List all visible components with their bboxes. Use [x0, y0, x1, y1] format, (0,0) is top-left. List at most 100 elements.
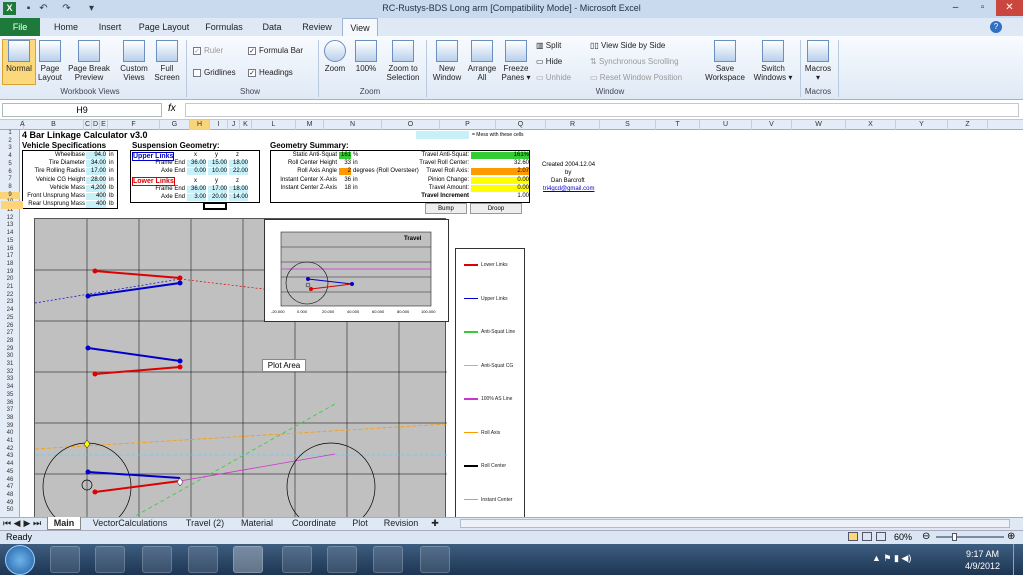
headings-checkbox[interactable]: ✓ Headings — [248, 68, 293, 77]
suspension-z-value[interactable]: 14.00 — [229, 194, 248, 201]
show-desktop-button[interactable] — [1013, 544, 1023, 575]
row-header[interactable]: 4 — [0, 153, 20, 161]
vehicle-spec-value[interactable]: 4,200 — [86, 184, 106, 192]
row-header[interactable]: 27 — [0, 330, 20, 338]
row-header[interactable]: 46 — [0, 477, 20, 485]
sheet-nav-prev-icon[interactable]: ◀ — [13, 517, 21, 530]
row-header[interactable]: 25 — [0, 315, 20, 323]
taskbar-chrome-icon[interactable] — [282, 546, 312, 573]
tab-view[interactable]: View — [342, 18, 378, 36]
reset-window-position-button[interactable]: ▭ Reset Window Position — [590, 73, 682, 82]
column-header[interactable]: L — [252, 120, 296, 130]
sheet-tab-travel-2[interactable]: Travel (2) — [180, 517, 230, 530]
sheet-tab-material[interactable]: Material — [234, 517, 280, 530]
row-header[interactable]: 17 — [0, 253, 20, 261]
clock-date[interactable]: 4/9/2012 — [965, 561, 1000, 571]
save-workspace-button[interactable]: Save Workspace — [700, 40, 750, 82]
normal-view-button[interactable]: Normal — [2, 39, 36, 85]
row-header[interactable]: 23 — [0, 299, 20, 307]
column-header[interactable]: B — [24, 120, 84, 130]
sheet-tab-revision[interactable]: Revision — [378, 517, 424, 530]
zoom-level[interactable]: 60% — [894, 532, 912, 542]
suspension-y-value[interactable]: 20.00 — [208, 194, 227, 201]
column-header[interactable]: G — [160, 120, 190, 130]
suspension-x-value[interactable]: 0.00 — [187, 168, 206, 175]
row-header[interactable]: 2 — [0, 138, 20, 146]
sheet-tab-plot[interactable]: Plot — [346, 517, 374, 530]
row-header[interactable]: 7 — [0, 176, 20, 184]
droop-button[interactable]: Droop — [470, 203, 522, 214]
unhide-button[interactable]: ▭ Unhide — [536, 73, 571, 82]
ruler-checkbox[interactable]: ✓ Ruler — [193, 46, 223, 55]
suspension-z-value[interactable]: 18.00 — [229, 160, 248, 167]
column-header[interactable]: C — [84, 120, 92, 130]
row-header[interactable]: 12 — [0, 215, 20, 223]
page-layout-status-icon[interactable] — [862, 532, 872, 541]
row-header[interactable]: 40 — [0, 430, 20, 438]
row-header[interactable]: 8 — [0, 184, 20, 192]
page-break-preview-button[interactable]: Page Break Preview — [66, 40, 112, 82]
row-header[interactable]: 9 — [0, 191, 20, 200]
split-button[interactable]: ▥ Split — [536, 41, 561, 50]
tab-home[interactable]: Home — [48, 18, 84, 36]
column-header[interactable]: Z — [948, 120, 988, 130]
suspension-z-value[interactable]: 18.00 — [229, 186, 248, 193]
normal-view-status-icon[interactable] — [848, 532, 858, 541]
column-header[interactable]: J — [228, 120, 240, 130]
gridlines-checkbox[interactable]: Gridlines — [193, 68, 236, 77]
new-window-button[interactable]: New Window — [430, 40, 464, 82]
vehicle-spec-value[interactable]: 400 — [86, 193, 106, 200]
tab-formulas[interactable]: Formulas — [200, 18, 248, 36]
page-layout-view-button[interactable]: Page Layout — [37, 40, 63, 82]
column-header[interactable]: W — [792, 120, 846, 130]
row-header[interactable]: 42 — [0, 446, 20, 454]
row-header[interactable]: 1 — [0, 130, 20, 138]
vehicle-spec-value[interactable]: 34.00 — [86, 160, 106, 168]
column-header[interactable]: F — [108, 120, 160, 130]
column-header[interactable]: D — [92, 120, 100, 130]
row-header[interactable]: 38 — [0, 415, 20, 423]
page-break-status-icon[interactable] — [876, 532, 886, 541]
view-side-by-side-button[interactable]: ▯▯ View Side by Side — [590, 41, 665, 50]
vehicle-spec-value[interactable]: 28.00 — [86, 176, 106, 184]
suspension-x-value[interactable]: 3.00 — [187, 194, 206, 201]
column-header[interactable]: T — [656, 120, 700, 130]
row-header[interactable]: 14 — [0, 230, 20, 238]
full-screen-button[interactable]: Full Screen — [152, 40, 182, 82]
undo-icon[interactable]: ↶ — [37, 2, 50, 15]
column-header[interactable]: I — [210, 120, 228, 130]
maximize-button[interactable]: ▫ — [969, 0, 996, 16]
minimize-button[interactable]: – — [942, 0, 969, 16]
name-box[interactable]: H9 — [2, 103, 162, 117]
row-header[interactable]: 35 — [0, 392, 20, 400]
arrange-all-button[interactable]: Arrange All — [466, 40, 498, 82]
help-icon[interactable]: ? — [990, 21, 1002, 33]
column-header[interactable]: N — [324, 120, 382, 130]
row-header[interactable]: 33 — [0, 376, 20, 384]
tab-file[interactable]: File — [0, 18, 40, 36]
insert-function-icon[interactable]: fx — [168, 103, 176, 114]
tab-page-layout[interactable]: Page Layout — [136, 18, 192, 36]
formula-input[interactable] — [185, 103, 1019, 117]
column-header[interactable]: R — [546, 120, 600, 130]
column-header[interactable]: S — [600, 120, 656, 130]
suspension-z-value[interactable]: 22.00 — [229, 168, 248, 175]
suspension-x-value[interactable]: 36.00 — [187, 186, 206, 193]
quick-access-dropdown-icon[interactable]: ▾ — [85, 2, 98, 15]
row-header[interactable]: 50 — [0, 507, 20, 515]
clock-time[interactable]: 9:17 AM — [966, 549, 999, 559]
sheet-tab-main[interactable]: Main — [47, 517, 81, 530]
formula-bar-checkbox[interactable]: ✓ Formula Bar — [248, 46, 303, 55]
sheet-nav-last-icon[interactable]: ⏭ — [33, 517, 41, 530]
row-header[interactable]: 39 — [0, 423, 20, 431]
travel-inset-chart[interactable]: Travel -20.000 0.000 20.000 40.000 60.00… — [264, 219, 449, 322]
zoom-slider[interactable] — [936, 533, 1004, 541]
row-header[interactable]: 28 — [0, 338, 20, 346]
sheet-tab-vectorcalculations[interactable]: VectorCalculations — [84, 517, 176, 530]
tab-insert[interactable]: Insert — [92, 18, 128, 36]
row-header[interactable]: 21 — [0, 284, 20, 292]
bump-button[interactable]: Bump — [425, 203, 467, 214]
row-header[interactable]: 43 — [0, 453, 20, 461]
row-header[interactable]: 16 — [0, 246, 20, 254]
column-header[interactable]: O — [382, 120, 440, 130]
